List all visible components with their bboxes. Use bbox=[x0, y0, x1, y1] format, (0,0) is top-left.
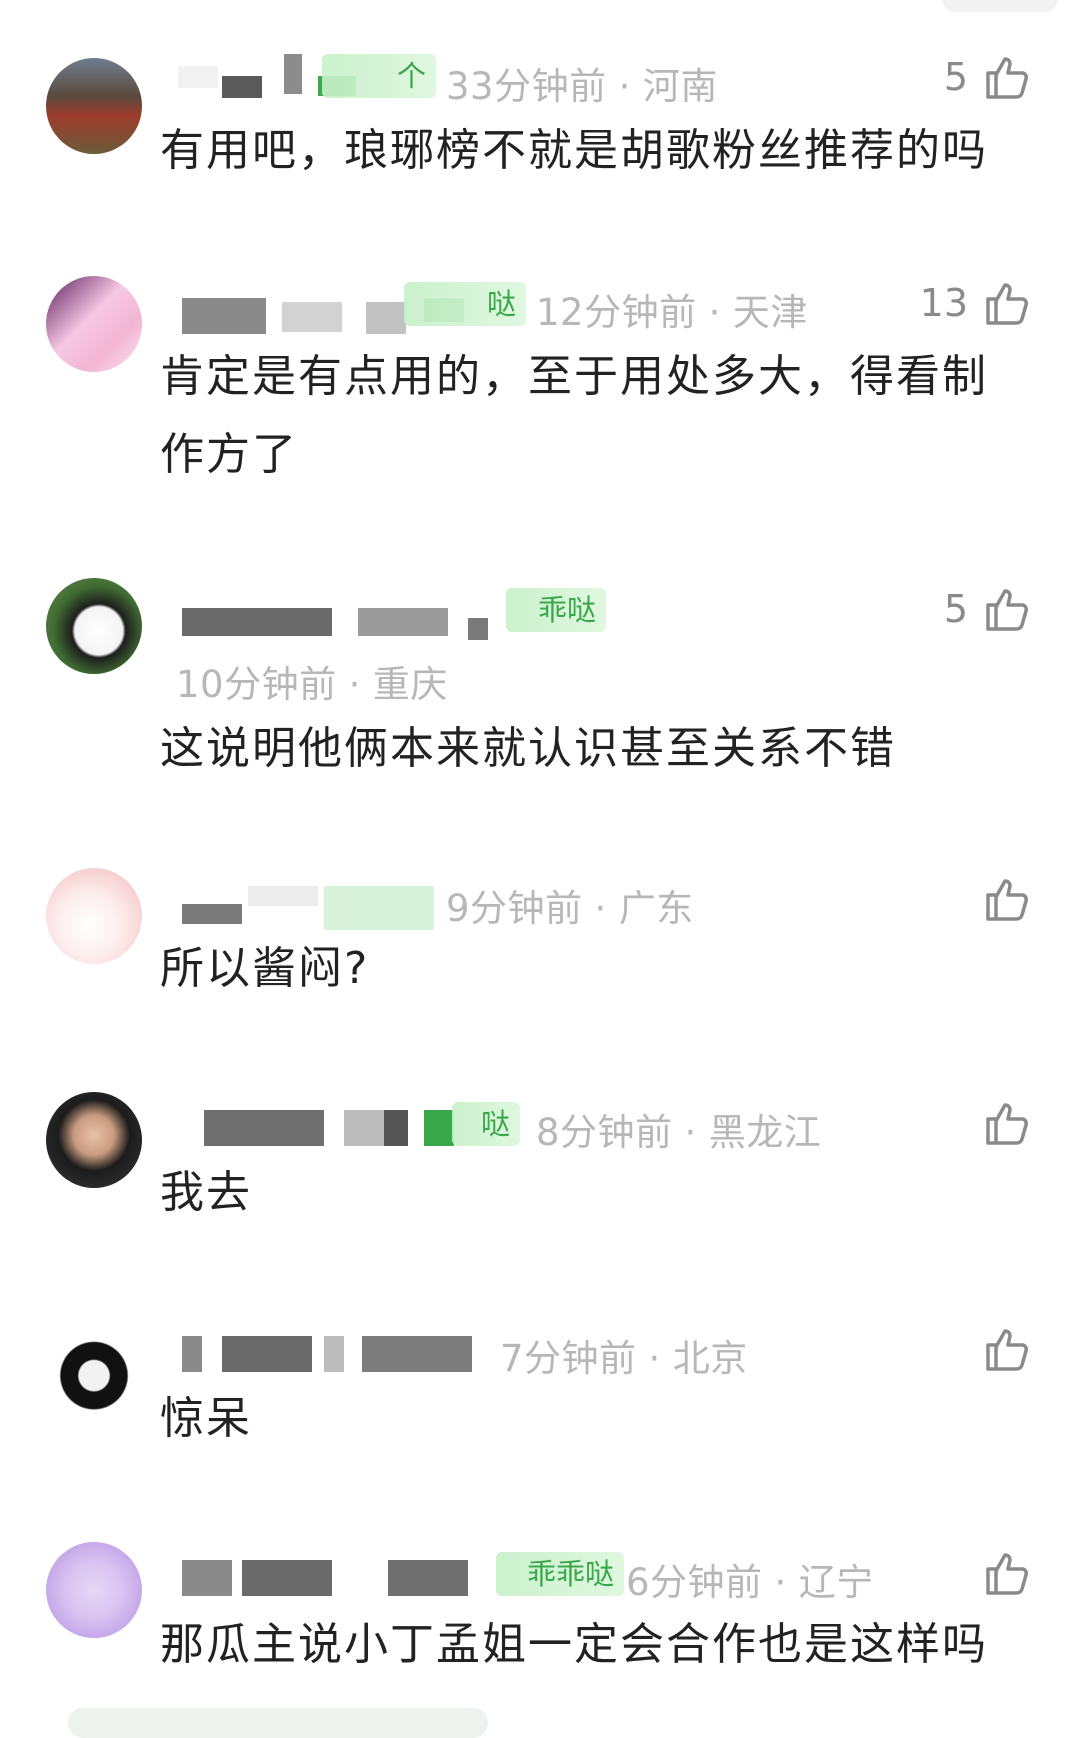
thumbs-up-icon bbox=[986, 1103, 1028, 1145]
user-badge: 乖乖哒 bbox=[496, 1552, 624, 1596]
comment-meta: 7分钟前 · 北京 bbox=[500, 1328, 748, 1382]
like-count: 5 bbox=[943, 587, 968, 631]
avatar[interactable] bbox=[46, 58, 142, 154]
comment-time: 8分钟前 bbox=[536, 1111, 673, 1154]
thumbs-up-icon bbox=[986, 283, 1028, 325]
comment-time: 7分钟前 bbox=[500, 1337, 637, 1380]
user-badge: 个 bbox=[322, 54, 436, 98]
thumbs-up-icon bbox=[986, 1553, 1028, 1595]
top-pill bbox=[942, 0, 1058, 12]
separator: · bbox=[774, 1561, 787, 1604]
comment-time: 6分钟前 bbox=[626, 1561, 763, 1604]
avatar[interactable] bbox=[46, 578, 142, 674]
comment-time: 12分钟前 bbox=[536, 291, 697, 334]
comment-text: 有用吧，琅琊榜不就是胡歌粉丝推荐的吗 bbox=[160, 125, 988, 176]
separator: · bbox=[594, 887, 607, 930]
like-button[interactable] bbox=[982, 1548, 1030, 1598]
user-badge: 哒 bbox=[404, 282, 526, 326]
comment-text: 肯定是有点用的，至于用处多大，得看制作方了 bbox=[160, 351, 988, 480]
thumbs-up-icon bbox=[986, 589, 1028, 631]
comment-text: 我去 bbox=[160, 1167, 252, 1218]
comment-time: 33分钟前 bbox=[446, 65, 607, 108]
like-button[interactable]: 5 bbox=[944, 584, 1030, 634]
thumbs-up-icon bbox=[986, 57, 1028, 99]
comment-text: 这说明他俩本来就认识甚至关系不错 bbox=[160, 723, 896, 774]
comment-meta: 33分钟前 · 河南 bbox=[446, 56, 718, 110]
comment-time: 9分钟前 bbox=[446, 887, 583, 930]
thumbs-up-icon bbox=[986, 879, 1028, 921]
thumbs-up-icon bbox=[986, 1329, 1028, 1371]
separator: · bbox=[348, 663, 361, 706]
user-badge: 乖哒 bbox=[506, 588, 606, 632]
separator: · bbox=[684, 1111, 697, 1154]
comment-item: 9分钟前 · 广东 所以酱闷? bbox=[0, 868, 1080, 1008]
avatar[interactable] bbox=[46, 276, 142, 372]
like-button[interactable] bbox=[982, 1098, 1030, 1148]
username-blurred[interactable] bbox=[178, 1560, 498, 1604]
avatar[interactable] bbox=[46, 1318, 142, 1414]
avatar[interactable] bbox=[46, 1542, 142, 1638]
comment-location: 北京 bbox=[672, 1337, 748, 1380]
comment-item: 个 33分钟前 · 河南 5 有用吧，琅琊榜不就是胡歌粉丝推荐的吗 bbox=[0, 40, 1080, 190]
separator: · bbox=[708, 291, 721, 334]
user-badge: 哒 bbox=[452, 1102, 520, 1146]
comment-location: 重庆 bbox=[372, 663, 448, 706]
comment-location: 天津 bbox=[732, 291, 808, 334]
like-button[interactable]: 5 bbox=[944, 52, 1030, 102]
comment-meta: 6分钟前 · 辽宁 bbox=[626, 1552, 874, 1606]
separator: · bbox=[618, 65, 631, 108]
bottom-input-bar[interactable] bbox=[68, 1708, 488, 1738]
username-blurred[interactable] bbox=[178, 604, 488, 648]
comment-item: 哒 8分钟前 · 黑龙江 我去 bbox=[0, 1092, 1080, 1232]
comment-location: 黑龙江 bbox=[708, 1111, 822, 1154]
comment-item: 乖哒 10分钟前 · 重庆 5 这说明他俩本来就认识甚至关系不错 bbox=[0, 576, 1080, 774]
username-blurred[interactable] bbox=[178, 1336, 478, 1380]
comment-item: 哒 12分钟前 · 天津 13 肯定是有点用的，至于用处多大，得看制作方了 bbox=[0, 266, 1080, 496]
comment-location: 辽宁 bbox=[798, 1561, 874, 1604]
comment-text: 那瓜主说小丁孟姐一定会合作也是这样吗 bbox=[160, 1619, 988, 1670]
comment-meta: 12分钟前 · 天津 bbox=[536, 282, 808, 336]
separator: · bbox=[648, 1337, 661, 1380]
comment-item: 7分钟前 · 北京 惊呆 bbox=[0, 1318, 1080, 1458]
comment-meta: 8分钟前 · 黑龙江 bbox=[536, 1102, 821, 1156]
comment-location: 广东 bbox=[618, 887, 694, 930]
like-button[interactable]: 13 bbox=[920, 278, 1030, 328]
avatar[interactable] bbox=[46, 868, 142, 964]
like-count: 13 bbox=[919, 281, 968, 325]
like-count: 5 bbox=[943, 55, 968, 99]
comment-meta: 10分钟前 · 重庆 bbox=[176, 654, 448, 708]
comment-meta: 9分钟前 · 广东 bbox=[446, 878, 694, 932]
avatar[interactable] bbox=[46, 1092, 142, 1188]
comment-item: 乖乖哒 6分钟前 · 辽宁 那瓜主说小丁孟姐一定会合作也是这样吗 bbox=[0, 1542, 1080, 1692]
comment-location: 河南 bbox=[642, 65, 718, 108]
like-button[interactable] bbox=[982, 874, 1030, 924]
like-button[interactable] bbox=[982, 1324, 1030, 1374]
comment-time: 10分钟前 bbox=[176, 663, 337, 706]
username-blurred[interactable] bbox=[178, 1110, 478, 1154]
comment-text: 所以酱闷? bbox=[160, 943, 370, 994]
username-blurred[interactable] bbox=[178, 886, 438, 930]
comment-text: 惊呆 bbox=[160, 1393, 252, 1444]
